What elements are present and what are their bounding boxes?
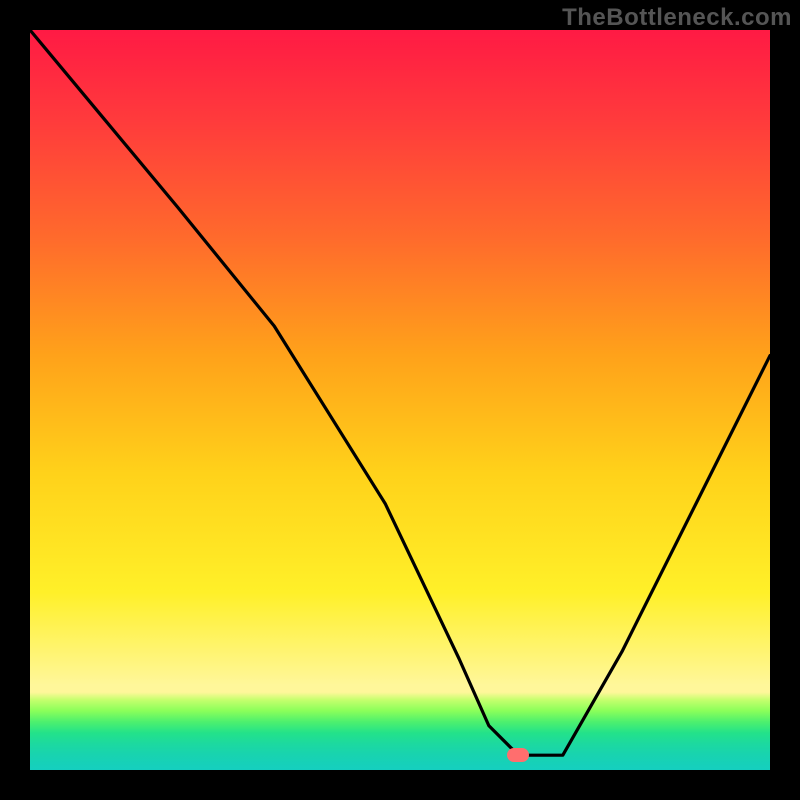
plot-area [30,30,770,770]
chart-frame: TheBottleneck.com [0,0,800,800]
bottleneck-line [30,30,770,770]
watermark-text: TheBottleneck.com [562,4,792,32]
optimal-point-marker [507,748,529,762]
